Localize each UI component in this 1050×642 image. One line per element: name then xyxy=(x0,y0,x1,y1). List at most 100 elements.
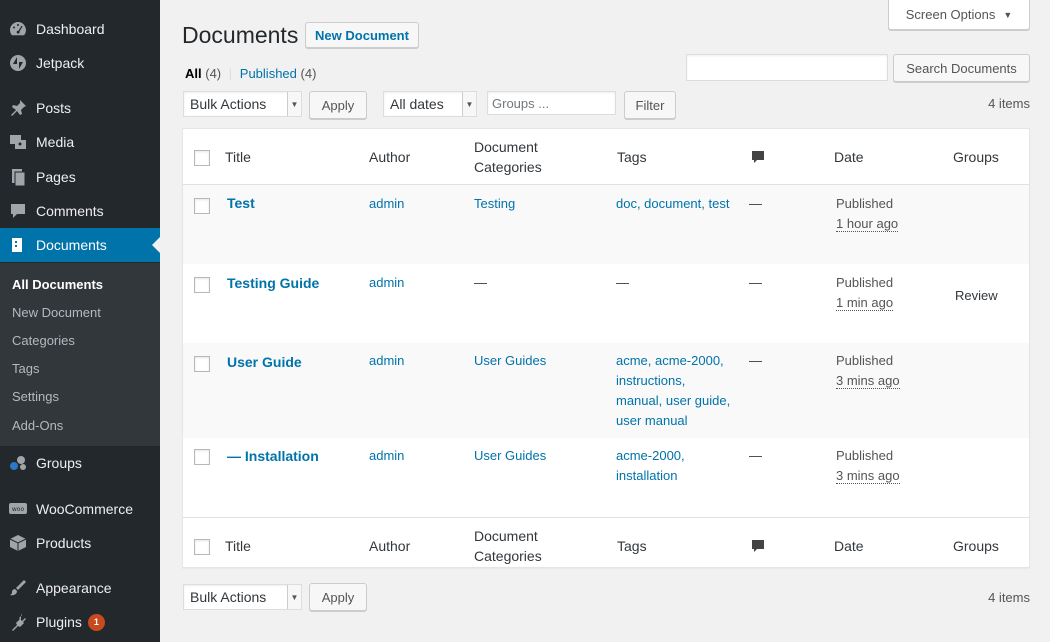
column-title[interactable]: Title xyxy=(225,536,251,556)
menu-media[interactable]: Media xyxy=(0,125,160,159)
update-count-badge: 1 xyxy=(87,613,105,631)
group-name: Review xyxy=(955,288,998,303)
post-date: 3 mins ago xyxy=(836,468,900,484)
submenu-categories[interactable]: Categories xyxy=(12,333,75,348)
tags-list[interactable]: acme-2000, installation xyxy=(616,446,685,486)
select-all-checkbox[interactable] xyxy=(194,539,210,555)
documents-table: Title Author Document Categories Tags Da… xyxy=(182,128,1030,568)
column-groups[interactable]: Groups xyxy=(953,536,999,556)
submenu-add-ons[interactable]: Add-Ons xyxy=(12,418,63,433)
tags-list[interactable]: doc, document, test xyxy=(616,194,729,214)
menu-label: Documents xyxy=(36,237,107,253)
column-date[interactable]: Date xyxy=(834,536,864,556)
column-title[interactable]: Title xyxy=(225,147,251,167)
column-categories: Document Categories xyxy=(474,528,542,564)
post-status: Published xyxy=(836,448,894,463)
screen-options-button[interactable]: Screen Options ▼ xyxy=(888,0,1030,30)
chevron-down-icon: ▼ xyxy=(287,585,301,609)
table-row: User Guide admin User Guides acme, acme-… xyxy=(183,343,1029,438)
chevron-down-icon: ▼ xyxy=(1003,9,1013,20)
tags-list[interactable]: acme, acme-2000, instructions, manual, u… xyxy=(616,351,730,431)
document-title[interactable]: — Installation xyxy=(227,446,319,466)
tags-list: — xyxy=(616,275,629,290)
category-none: — xyxy=(474,275,487,290)
menu-plugins[interactable]: Plugins 1 xyxy=(0,605,160,639)
post-date: 3 mins ago xyxy=(836,373,900,389)
row-checkbox[interactable] xyxy=(194,198,210,214)
column-categories: Document Categories xyxy=(474,139,542,175)
count-published: (4) xyxy=(300,66,317,81)
category-link[interactable]: User Guides xyxy=(474,351,546,371)
menu-groups[interactable]: Groups xyxy=(0,446,160,480)
menu-label: Comments xyxy=(36,203,104,219)
menu-products[interactable]: Products xyxy=(0,526,160,560)
category-link[interactable]: User Guides xyxy=(474,446,546,466)
row-checkbox[interactable] xyxy=(194,449,210,465)
author-link[interactable]: admin xyxy=(369,194,404,214)
column-tags: Tags xyxy=(617,149,647,165)
menu-documents[interactable]: Documents xyxy=(0,228,160,262)
submenu-settings[interactable]: Settings xyxy=(12,389,59,404)
submenu-tags[interactable]: Tags xyxy=(12,361,39,376)
bulk-actions-select[interactable]: Bulk Actions ▼ xyxy=(183,91,302,117)
chevron-down-icon: ▼ xyxy=(287,92,301,116)
author-link[interactable]: admin xyxy=(369,351,404,371)
admin-sidebar: Dashboard Jetpack Posts Media Pages Comm… xyxy=(0,0,160,642)
menu-dashboard[interactable]: Dashboard xyxy=(0,12,160,46)
svg-text:woo: woo xyxy=(12,506,25,513)
count-all: (4) xyxy=(205,66,222,81)
comments-count: — xyxy=(749,196,762,211)
post-status: Published xyxy=(836,196,894,211)
apply-button-bottom[interactable]: Apply xyxy=(309,583,367,611)
document-title[interactable]: Testing Guide xyxy=(227,273,319,293)
document-title[interactable]: User Guide xyxy=(227,352,302,372)
menu-jetpack[interactable]: Jetpack xyxy=(0,46,160,80)
items-count-bottom: 4 items xyxy=(988,590,1030,605)
dates-select[interactable]: All dates ▼ xyxy=(383,91,477,117)
search-input[interactable] xyxy=(686,54,888,81)
table-header: Title Author Document Categories Tags Da… xyxy=(183,129,1029,185)
dashboard-icon xyxy=(0,19,36,39)
category-link[interactable]: Testing xyxy=(474,194,515,214)
row-checkbox[interactable] xyxy=(194,356,210,372)
new-document-button[interactable]: New Document xyxy=(305,22,419,48)
menu-comments[interactable]: Comments xyxy=(0,194,160,228)
groups-input[interactable]: Groups ... xyxy=(487,91,616,115)
column-date[interactable]: Date xyxy=(834,147,864,167)
comments-count: — xyxy=(749,448,762,463)
table-footer: Title Author Document Categories Tags Da… xyxy=(183,517,1029,573)
document-title[interactable]: Test xyxy=(227,193,255,213)
menu-label: Groups xyxy=(36,455,82,471)
row-checkbox[interactable] xyxy=(194,277,210,293)
filter-published[interactable]: Published xyxy=(240,66,297,81)
menu-label: Posts xyxy=(36,100,72,116)
comment-icon[interactable] xyxy=(751,539,765,553)
post-date: 1 min ago xyxy=(836,295,894,311)
filter-all[interactable]: All xyxy=(185,66,202,81)
submenu-all-documents[interactable]: All Documents xyxy=(12,277,103,292)
column-author: Author xyxy=(369,149,411,165)
search-documents-button[interactable]: Search Documents xyxy=(893,54,1030,82)
column-groups[interactable]: Groups xyxy=(953,147,999,167)
pages-icon xyxy=(0,167,36,187)
menu-label: Dashboard xyxy=(36,21,105,37)
submenu-new-document[interactable]: New Document xyxy=(12,305,101,320)
menu-appearance[interactable]: Appearance xyxy=(0,571,160,605)
bulk-actions-select-bottom[interactable]: Bulk Actions ▼ xyxy=(183,584,302,610)
author-link[interactable]: admin xyxy=(369,446,404,466)
post-date: 1 hour ago xyxy=(836,216,899,232)
menu-woocommerce[interactable]: woo WooCommerce xyxy=(0,492,160,526)
select-all-checkbox[interactable] xyxy=(194,150,210,166)
filter-button[interactable]: Filter xyxy=(624,91,676,119)
comment-icon[interactable] xyxy=(751,150,765,164)
menu-pages[interactable]: Pages xyxy=(0,160,160,194)
menu-posts[interactable]: Posts xyxy=(0,91,160,125)
column-author: Author xyxy=(369,538,411,554)
plugin-icon xyxy=(0,612,36,632)
jetpack-icon xyxy=(0,53,36,73)
post-status: Published xyxy=(836,353,894,368)
menu-label: Pages xyxy=(36,169,76,185)
table-row: — Installation admin User Guides acme-20… xyxy=(183,438,1029,517)
apply-button[interactable]: Apply xyxy=(309,91,367,119)
author-link[interactable]: admin xyxy=(369,273,404,293)
